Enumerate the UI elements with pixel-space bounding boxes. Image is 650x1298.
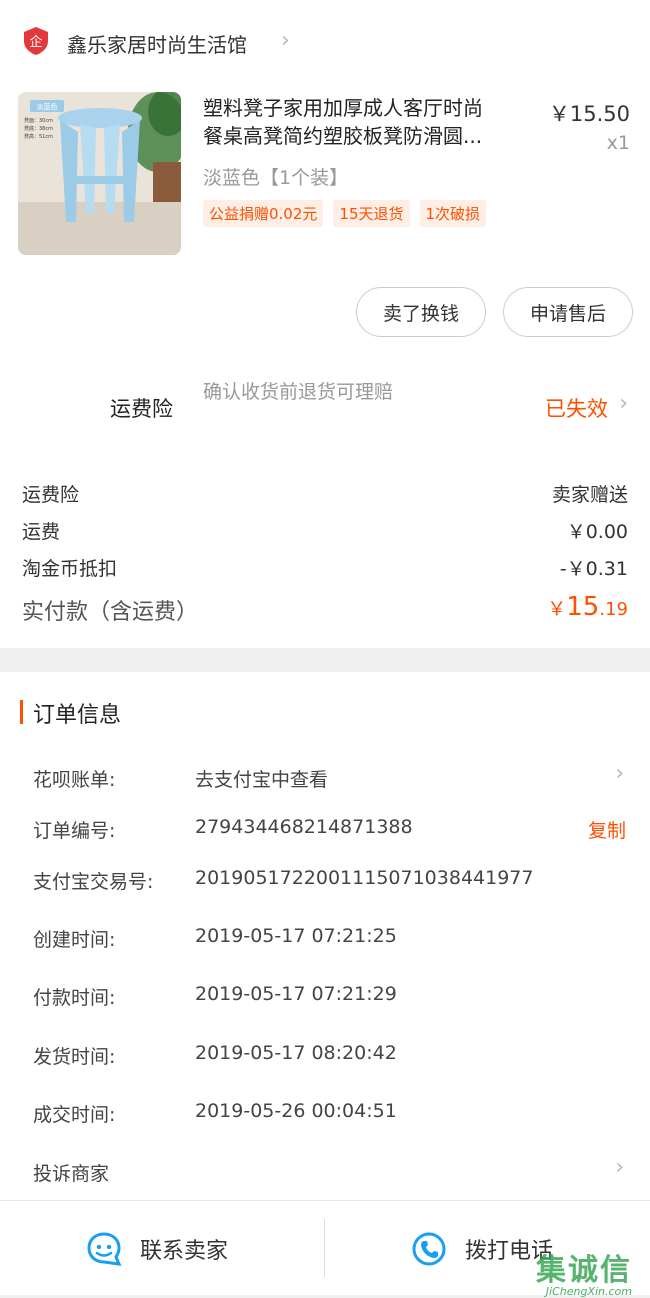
- fee-value: ￥0.00: [566, 521, 628, 543]
- product-image-spec: 凳底：38cm: [24, 125, 53, 132]
- call-phone-button[interactable]: 拨打电话: [411, 1201, 553, 1296]
- section-accent-bar: [20, 700, 23, 724]
- service-tag: 公益捐赠0.02元: [203, 200, 324, 227]
- huabei-bill-link[interactable]: 去支付宝中查看: [195, 765, 328, 792]
- after-sale-button[interactable]: 申请售后: [503, 287, 633, 337]
- chat-bubble-icon: [87, 1231, 122, 1266]
- info-label: 发货时间:: [33, 1046, 116, 1068]
- product-title[interactable]: 塑料凳子家用加厚成人客厅时尚 餐桌高凳简约塑胶板凳防滑圆...: [203, 94, 538, 150]
- chevron-right-icon[interactable]: ›: [619, 391, 628, 416]
- total-currency: ￥: [547, 598, 567, 620]
- product-title-line-1: 塑料凳子家用加厚成人客厅时尚: [203, 96, 483, 120]
- fee-value: -￥0.31: [559, 558, 628, 580]
- service-tag: 1次破损: [419, 200, 487, 227]
- order-summary-card: 企 鑫乐家居时尚生活馆 › 淡蓝色 凳面：30cm 凳底：38cm 凳高：51c…: [0, 0, 650, 648]
- product-sku: 淡蓝色【1个装】: [203, 167, 349, 189]
- fee-value: 卖家赠送: [551, 484, 628, 506]
- contact-seller-button[interactable]: 联系卖家: [86, 1201, 228, 1296]
- watermark-text: 集诚信: [536, 1253, 632, 1288]
- bottom-action-bar: 联系卖家 拨打电话 集诚信 JiChengXin.com: [0, 1200, 650, 1298]
- shipped-time: 2019-05-17 08:20:42: [195, 1042, 397, 1064]
- chevron-right-icon[interactable]: ›: [615, 761, 624, 786]
- product-image[interactable]: 淡蓝色 凳面：30cm 凳底：38cm 凳高：51cm: [18, 92, 181, 255]
- order-info-card: 订单信息 花呗账单: 去支付宝中查看 › 订单编号: 2794344682148…: [0, 672, 650, 1200]
- service-tags: 公益捐赠0.02元 15天退货 1次破损: [203, 200, 487, 227]
- shipping-insurance-status[interactable]: 已失效: [545, 393, 608, 423]
- total-decimal: .19: [599, 599, 628, 620]
- fee-label: 运费: [22, 521, 61, 543]
- service-tag: 15天退货: [333, 200, 410, 227]
- completed-time: 2019-05-26 00:04:51: [195, 1100, 397, 1122]
- chevron-right-icon[interactable]: ›: [615, 1155, 624, 1180]
- product-image-label: 淡蓝色: [37, 102, 58, 111]
- product-quantity: x1: [606, 132, 630, 154]
- total-paid-label: 实付款（含运费）: [22, 600, 199, 625]
- info-label: 支付宝交易号:: [33, 871, 154, 893]
- info-label: 成交时间:: [33, 1104, 116, 1126]
- watermark-subtext: JiChengXin.com: [545, 1285, 632, 1298]
- section-title: 订单信息: [33, 703, 122, 728]
- created-time: 2019-05-17 07:21:25: [195, 925, 397, 947]
- sell-button[interactable]: 卖了换钱: [356, 287, 486, 337]
- product-title-line-2: 餐桌高凳简约塑胶板凳防滑圆...: [203, 124, 483, 148]
- contact-seller-label: 联系卖家: [140, 1238, 229, 1264]
- shop-enterprise-icon: 企: [24, 27, 48, 55]
- order-number: 279434468214871388: [195, 816, 413, 838]
- svg-text:企: 企: [29, 34, 42, 50]
- product-image-spec: 凳高：51cm: [24, 133, 53, 140]
- total-integer: 15: [566, 592, 600, 622]
- total-paid-value: ￥15.19: [547, 592, 628, 622]
- phone-icon: [412, 1232, 446, 1265]
- watermark-logo: 集诚信 JiChengXin.com: [536, 1245, 632, 1298]
- copy-button[interactable]: 复制: [588, 816, 626, 843]
- shipping-insurance-label: 运费险: [110, 397, 173, 421]
- info-label[interactable]: 花呗账单:: [33, 765, 115, 792]
- fee-label: 运费险: [22, 484, 80, 506]
- shop-name[interactable]: 鑫乐家居时尚生活馆: [67, 29, 247, 58]
- paid-time: 2019-05-17 07:21:29: [195, 983, 397, 1005]
- alipay-trade-number: 2019051722001115071038441977: [195, 867, 534, 889]
- fee-label: 淘金币抵扣: [22, 558, 118, 580]
- product-image-spec: 凳面：30cm: [24, 117, 53, 124]
- info-label: 订单编号:: [33, 820, 116, 842]
- shipping-insurance-desc: 确认收货前退货可理赔: [203, 381, 394, 403]
- complain-seller-link[interactable]: 投诉商家: [33, 1159, 109, 1186]
- info-label: 创建时间:: [33, 929, 116, 951]
- divider: [324, 1219, 325, 1277]
- chevron-right-icon[interactable]: ›: [281, 28, 290, 53]
- product-price: ￥15.50: [548, 102, 630, 126]
- info-label: 付款时间:: [33, 987, 116, 1009]
